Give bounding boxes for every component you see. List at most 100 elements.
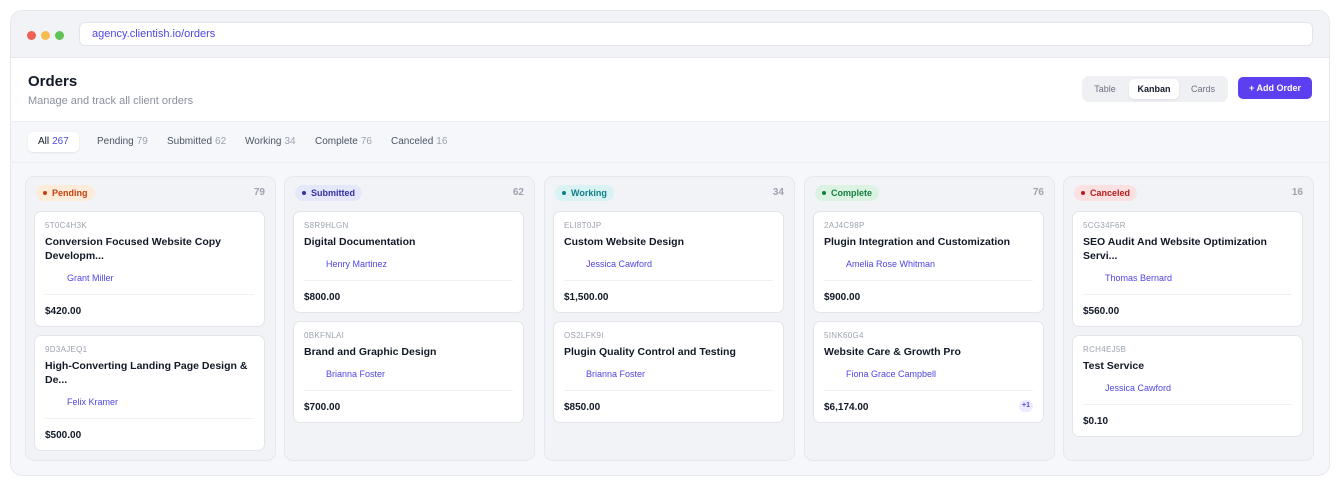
filter-count: 267 xyxy=(52,136,69,147)
column-count: 34 xyxy=(772,187,784,198)
view-table-button[interactable]: Table xyxy=(1086,79,1124,99)
order-title: SEO Audit And Website Optimization Servi… xyxy=(1083,236,1267,262)
card-divider xyxy=(564,390,773,391)
filter-count: 62 xyxy=(215,136,227,147)
kanban-column-pending: Pending 79 5T0C4H3K Conversion Focused W… xyxy=(25,176,276,461)
order-card[interactable]: 5INK60G4 Website Care & Growth Pro Fiona… xyxy=(813,321,1044,423)
filter-tab-complete[interactable]: Complete 76 xyxy=(315,132,372,152)
card-divider xyxy=(45,294,254,295)
filter-count: 79 xyxy=(136,136,148,147)
filter-tab-submitted[interactable]: Submitted 62 xyxy=(167,132,226,152)
order-price: $900.00 xyxy=(824,292,861,303)
status-badge: Working xyxy=(555,185,614,201)
order-price: $850.00 xyxy=(564,402,601,413)
maximize-window-dot[interactable] xyxy=(55,31,64,40)
status-badge: Pending xyxy=(36,185,95,201)
order-card[interactable]: 2AJ4C98P Plugin Integration and Customiz… xyxy=(813,211,1044,313)
order-price: $500.00 xyxy=(45,430,82,441)
minimize-window-dot[interactable] xyxy=(41,31,50,40)
browser-chrome: agency.clientish.io/orders xyxy=(11,11,1329,58)
order-code: RCH4EJ5B xyxy=(1083,345,1127,354)
order-title: Conversion Focused Website Copy Developm… xyxy=(45,236,222,262)
order-title: High-Converting Landing Page Design & De… xyxy=(45,360,248,386)
column-header: Pending 79 xyxy=(36,185,265,201)
filter-label: Pending xyxy=(97,136,134,147)
order-card[interactable]: OS2LFK9I Plugin Quality Control and Test… xyxy=(553,321,784,423)
page-title: Orders xyxy=(28,73,78,90)
view-toggle: Table Kanban Cards xyxy=(1082,76,1228,102)
order-price: $560.00 xyxy=(1083,306,1120,317)
page-header: Orders Manage and track all client order… xyxy=(11,58,1329,122)
order-card[interactable]: 0BKFNLAI Brand and Graphic Design Briann… xyxy=(293,321,524,423)
column-count: 79 xyxy=(253,187,265,198)
browser-window: agency.clientish.io/orders Orders Manage… xyxy=(10,10,1330,476)
page-subtitle: Manage and track all client orders xyxy=(28,95,194,107)
order-code: 0BKFNLAI xyxy=(304,331,345,340)
order-title: Plugin Quality Control and Testing xyxy=(564,346,736,358)
filter-tab-pending[interactable]: Pending 79 xyxy=(97,132,148,152)
add-order-button[interactable]: + Add Order xyxy=(1238,77,1312,99)
column-count: 76 xyxy=(1032,187,1044,198)
card-divider xyxy=(824,280,1033,281)
client-name[interactable]: Jessica Cawford xyxy=(1105,383,1171,393)
order-title: Plugin Integration and Customization xyxy=(824,236,1011,248)
column-count: 16 xyxy=(1291,187,1303,198)
client-name[interactable]: Jessica Cawford xyxy=(586,259,652,269)
order-card[interactable]: ELI8T0JP Custom Website Design Jessica C… xyxy=(553,211,784,313)
kanban-column-working: Working 34 ELI8T0JP Custom Website Desig… xyxy=(544,176,795,461)
order-title: Test Service xyxy=(1083,360,1145,372)
status-badge: Submitted xyxy=(295,185,362,201)
card-divider xyxy=(1083,294,1292,295)
filter-tab-all[interactable]: All 267 xyxy=(28,132,79,152)
order-card[interactable]: 5T0C4H3K Conversion Focused Website Copy… xyxy=(34,211,265,327)
status-badge: Complete xyxy=(815,185,880,201)
order-card[interactable]: S8R9HLGN Digital Documentation Henry Mar… xyxy=(293,211,524,313)
column-header: Submitted 62 xyxy=(295,185,524,201)
order-code: 9D3AJEQ1 xyxy=(45,345,88,354)
order-title: Custom Website Design xyxy=(564,236,684,248)
order-code: 5T0C4H3K xyxy=(45,221,87,230)
client-name[interactable]: Brianna Foster xyxy=(586,369,645,379)
filter-label: Complete xyxy=(315,136,358,147)
client-name[interactable]: Henry Martinez xyxy=(326,259,387,269)
card-divider xyxy=(564,280,773,281)
view-cards-button[interactable]: Cards xyxy=(1184,79,1222,99)
status-badge: Canceled xyxy=(1074,185,1138,201)
kanban-column-submitted: Submitted 62 S8R9HLGN Digital Documentat… xyxy=(284,176,535,461)
client-name[interactable]: Felix Kramer xyxy=(67,397,118,407)
client-name[interactable]: Thomas Bernard xyxy=(1105,273,1172,283)
client-name[interactable]: Fiona Grace Campbell xyxy=(846,369,936,379)
filter-count: 34 xyxy=(284,136,296,147)
extra-items-badge[interactable]: +1 xyxy=(1019,400,1033,412)
filter-label: Working xyxy=(245,136,282,147)
client-name[interactable]: Brianna Foster xyxy=(326,369,385,379)
kanban-column-canceled: Canceled 16 5CG34F6R SEO Audit And Websi… xyxy=(1063,176,1314,461)
filter-tab-working[interactable]: Working 34 xyxy=(245,132,296,152)
filter-tab-canceled[interactable]: Canceled 16 xyxy=(391,132,447,152)
order-title: Digital Documentation xyxy=(304,236,416,248)
order-price: $0.10 xyxy=(1083,416,1109,427)
order-card[interactable]: 9D3AJEQ1 High-Converting Landing Page De… xyxy=(34,335,265,451)
close-window-dot[interactable] xyxy=(27,31,36,40)
column-header: Working 34 xyxy=(555,185,784,201)
column-header: Complete 76 xyxy=(815,185,1044,201)
column-count: 62 xyxy=(512,187,524,198)
order-price: $6,174.00 xyxy=(824,402,869,413)
address-bar[interactable]: agency.clientish.io/orders xyxy=(79,22,1313,46)
view-kanban-button[interactable]: Kanban xyxy=(1129,79,1179,99)
filter-count: 16 xyxy=(436,136,448,147)
client-name[interactable]: Grant Miller xyxy=(67,273,114,283)
filter-label: Submitted xyxy=(167,136,213,147)
order-card[interactable]: RCH4EJ5B Test Service Jessica Cawford $0… xyxy=(1072,335,1303,437)
order-price: $1,500.00 xyxy=(564,292,609,303)
card-divider xyxy=(45,418,254,419)
order-price: $800.00 xyxy=(304,292,341,303)
order-code: S8R9HLGN xyxy=(304,221,349,230)
column-header: Canceled 16 xyxy=(1074,185,1303,201)
order-card[interactable]: 5CG34F6R SEO Audit And Website Optimizat… xyxy=(1072,211,1303,327)
card-divider xyxy=(304,280,513,281)
filter-label: Canceled xyxy=(391,136,434,147)
filter-label: All xyxy=(38,136,50,147)
client-name[interactable]: Amelia Rose Whitman xyxy=(846,259,935,269)
order-price: $700.00 xyxy=(304,402,341,413)
